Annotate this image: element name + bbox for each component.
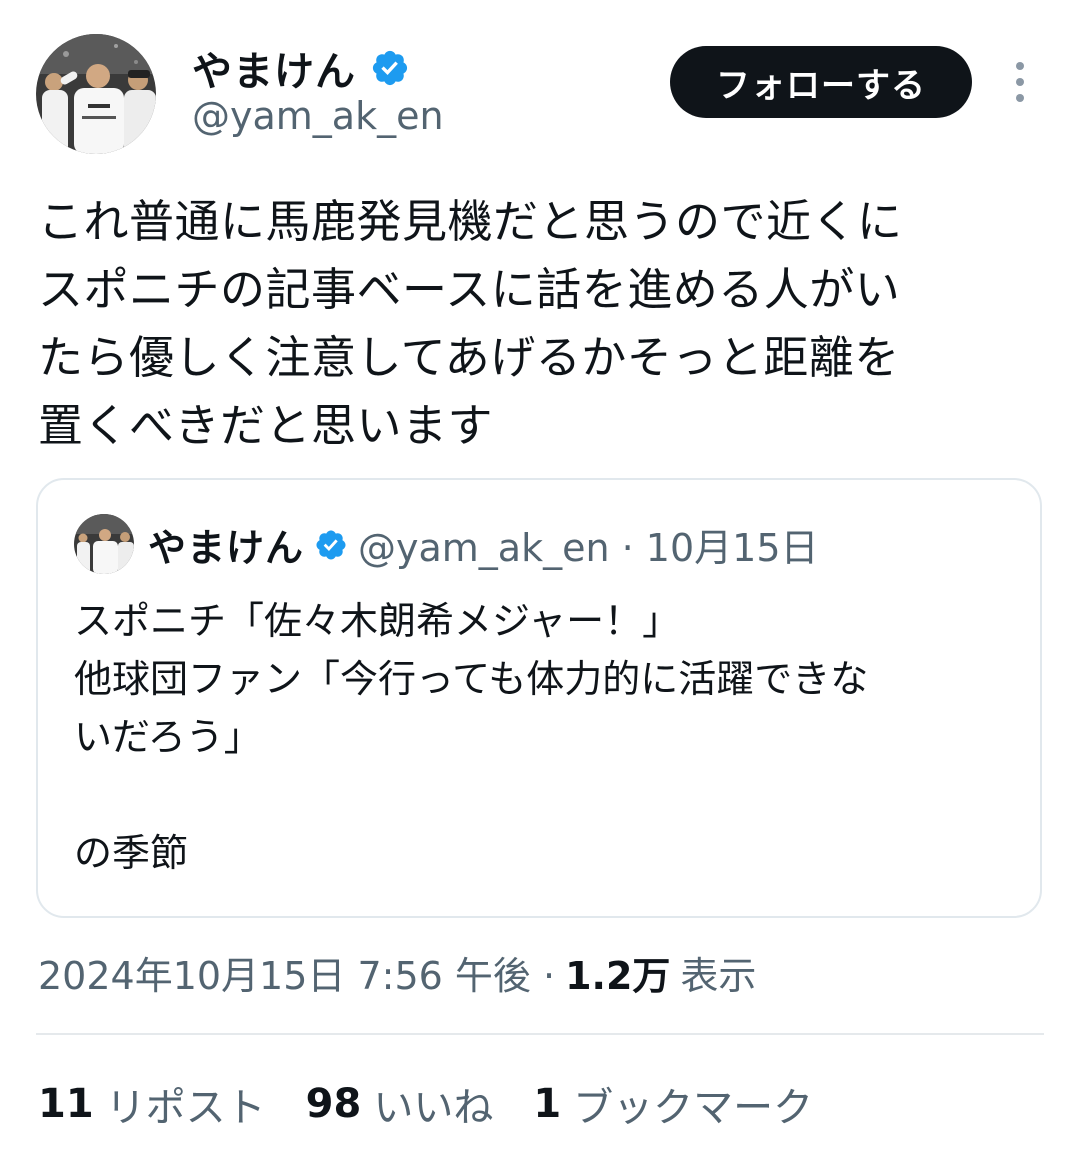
quoted-tweet-meta: @yam_ak_en · 10月15日 <box>358 525 819 570</box>
author-display-name[interactable]: やまけん <box>192 39 356 97</box>
more-vertical-icon[interactable] <box>1008 60 1032 104</box>
likes-label: いいね <box>373 1085 494 1131</box>
reposts-label: リポスト <box>105 1085 266 1131</box>
quoted-author-name: やまけん <box>148 525 305 570</box>
quoted-tweet-card[interactable]: やまけん @yam_ak_en · 10月15日 スポニチ「佐々木朗希メジャー！… <box>36 478 1042 918</box>
engagement-stats: 11 リポスト 98 いいね 1 ブックマーク <box>38 1074 813 1134</box>
bookmarks-label: ブックマーク <box>573 1085 814 1131</box>
bookmarks-stat[interactable]: 1 ブックマーク <box>533 1075 813 1133</box>
likes-count: 98 <box>305 1081 362 1127</box>
verified-badge-icon <box>370 48 410 88</box>
reposts-count: 11 <box>38 1081 94 1127</box>
quoted-tweet-header: やまけん @yam_ak_en · 10月15日 <box>148 516 819 572</box>
bookmarks-count: 1 <box>533 1081 562 1127</box>
quoted-tweet-text: スポニチ「佐々木朗希メジャー！」 他球団ファン「今行っても体力的に活躍できな い… <box>74 599 869 875</box>
verified-badge-icon <box>314 527 348 561</box>
author-handle[interactable]: @yam_ak_en <box>192 94 444 138</box>
profile-photo <box>36 34 156 154</box>
follow-button[interactable]: フォローする <box>670 46 972 118</box>
views-label: 表示 <box>680 953 757 998</box>
tweet-text: これ普通に馬鹿発見機だと思うので近くに スポニチの記事ベースに話を進める人がい … <box>38 195 903 452</box>
quoted-profile-photo <box>74 514 134 574</box>
tweet-datetime[interactable]: 2024年10月15日 7:56 午後 · <box>38 945 555 1000</box>
author-avatar[interactable] <box>36 34 156 154</box>
divider <box>36 1033 1044 1035</box>
quoted-author-avatar[interactable] <box>74 514 134 574</box>
author-name-row[interactable]: やまけん <box>192 40 410 96</box>
timestamp-row: 2024年10月15日 7:56 午後 · 1.2万 表示 <box>38 944 756 1000</box>
views-count: 1.2万 <box>565 953 671 998</box>
reposts-stat[interactable]: 11 リポスト <box>38 1075 266 1133</box>
likes-stat[interactable]: 98 いいね <box>306 1075 494 1133</box>
